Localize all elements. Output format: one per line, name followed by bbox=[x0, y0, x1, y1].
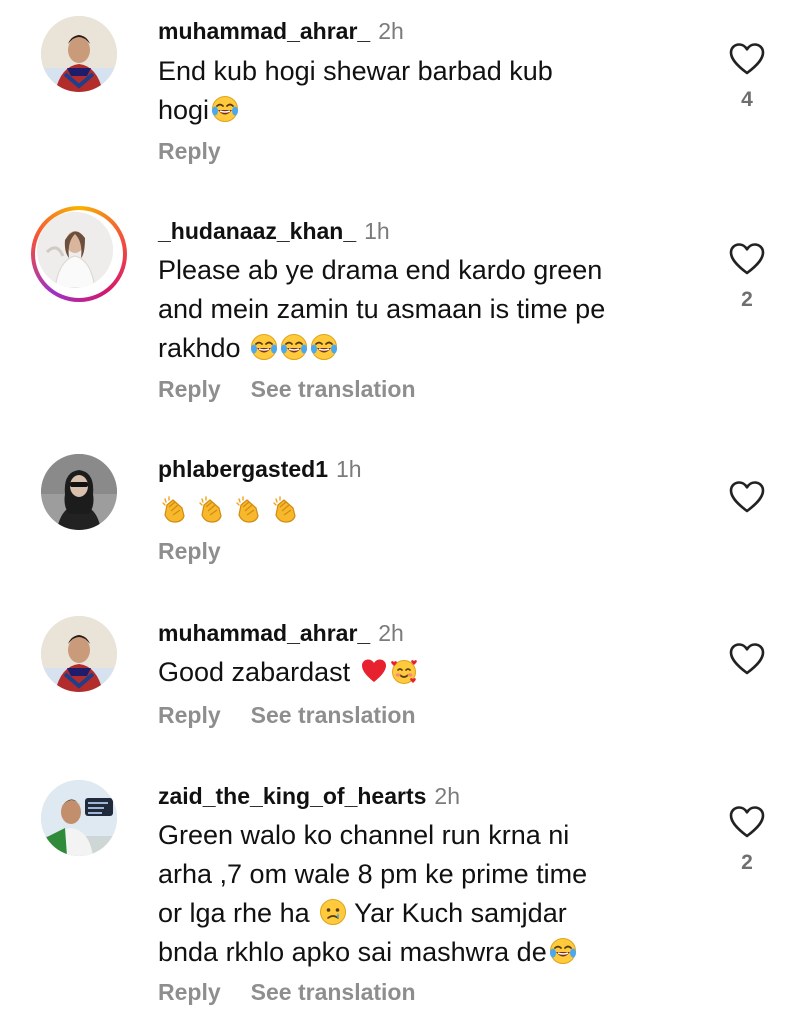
timestamp: 2h bbox=[378, 18, 404, 44]
username[interactable]: muhammad_ahrar_ 2h bbox=[158, 18, 404, 45]
see-translation-button[interactable]: See translation bbox=[251, 702, 416, 728]
reply-button[interactable]: Reply bbox=[158, 702, 221, 728]
avatar[interactable] bbox=[41, 780, 117, 856]
timestamp: 2h bbox=[378, 620, 404, 646]
comment-text-line: Yar Kuch samjdar bbox=[347, 898, 567, 928]
smiling-face-with-hearts-emoji-icon bbox=[390, 657, 418, 685]
timestamp: 1h bbox=[336, 456, 362, 482]
comment-text-line: End kub hogi shewar barbad kub bbox=[158, 56, 553, 86]
comment-text: Please ab ye drama end kardo green and m… bbox=[158, 251, 668, 368]
comment-text-line: and mein zamin tu asmaan is time pe bbox=[158, 294, 606, 324]
like-count: 2 bbox=[741, 851, 753, 874]
like-heart-icon[interactable] bbox=[729, 642, 765, 676]
comment-actions: Reply bbox=[158, 138, 221, 165]
like-count: 4 bbox=[741, 88, 753, 111]
clapping-hands-emoji-icon bbox=[197, 496, 225, 524]
see-translation-button[interactable]: See translation bbox=[251, 376, 416, 402]
reply-button[interactable]: Reply bbox=[158, 979, 221, 1005]
comment-text-line: bnda rkhlo apko sai mashwra de bbox=[158, 937, 547, 967]
comment-text-line: rakhdo bbox=[158, 333, 249, 363]
comment-actions: Reply bbox=[158, 538, 221, 565]
reply-button[interactable]: Reply bbox=[158, 138, 221, 164]
username-text[interactable]: zaid_the_king_of_hearts bbox=[158, 783, 426, 809]
comment-actions: Reply See translation bbox=[158, 376, 416, 403]
username-text[interactable]: phlabergasted1 bbox=[158, 456, 328, 482]
comment-text: Green walo ko channel run krna ni arha ,… bbox=[158, 816, 668, 972]
comment-text-line: Good zabardast bbox=[158, 657, 358, 687]
avatar[interactable] bbox=[41, 16, 117, 92]
comment-text bbox=[158, 492, 668, 531]
comment-text-line: or lga rhe ha bbox=[158, 898, 318, 928]
avatar[interactable] bbox=[41, 616, 117, 692]
comment-text-line: arha ,7 om wale 8 pm ke prime time bbox=[158, 859, 588, 889]
reply-button[interactable]: Reply bbox=[158, 376, 221, 402]
comment-text-line: hogi bbox=[158, 95, 210, 125]
comment-text: End kub hogi shewar barbad kub hogi bbox=[158, 52, 668, 130]
username-text[interactable]: muhammad_ahrar_ bbox=[158, 18, 370, 44]
see-translation-button[interactable]: See translation bbox=[251, 979, 416, 1005]
comment-text: Good zabardast bbox=[158, 653, 668, 692]
timestamp: 2h bbox=[434, 783, 461, 809]
timestamp: 1h bbox=[364, 218, 390, 244]
laugh-emoji-icon bbox=[250, 333, 278, 361]
like-heart-icon[interactable] bbox=[729, 42, 765, 76]
username-text[interactable]: _hudanaaz_khan_ bbox=[158, 218, 356, 244]
avatar[interactable] bbox=[37, 212, 113, 288]
crying-face-emoji-icon bbox=[319, 898, 347, 926]
clapping-hands-emoji-icon bbox=[234, 496, 262, 524]
story-ring[interactable] bbox=[31, 206, 127, 302]
like-heart-icon[interactable] bbox=[729, 805, 765, 839]
comment-actions: Reply See translation bbox=[158, 702, 416, 729]
laugh-emoji-icon bbox=[310, 333, 338, 361]
laugh-emoji-icon bbox=[549, 937, 577, 965]
like-count: 2 bbox=[741, 288, 753, 311]
clapping-hands-emoji-icon bbox=[271, 496, 299, 524]
username[interactable]: _hudanaaz_khan_ 1h bbox=[158, 218, 390, 245]
username[interactable]: zaid_the_king_of_hearts 2h bbox=[158, 783, 460, 810]
comment-actions: Reply See translation bbox=[158, 979, 416, 1006]
laugh-emoji-icon bbox=[280, 333, 308, 361]
avatar[interactable] bbox=[41, 454, 117, 530]
username[interactable]: phlabergasted1 1h bbox=[158, 456, 362, 483]
like-heart-icon[interactable] bbox=[729, 480, 765, 514]
clapping-hands-emoji-icon bbox=[160, 496, 188, 524]
username[interactable]: muhammad_ahrar_ 2h bbox=[158, 620, 404, 647]
comment-text-line: Please ab ye drama end kardo green bbox=[158, 255, 603, 285]
red-heart-emoji-icon bbox=[360, 657, 388, 685]
laugh-emoji-icon bbox=[211, 95, 239, 123]
comment-text-line: Green walo ko channel run krna ni bbox=[158, 820, 570, 850]
reply-button[interactable]: Reply bbox=[158, 538, 221, 564]
username-text[interactable]: muhammad_ahrar_ bbox=[158, 620, 370, 646]
like-heart-icon[interactable] bbox=[729, 242, 765, 276]
